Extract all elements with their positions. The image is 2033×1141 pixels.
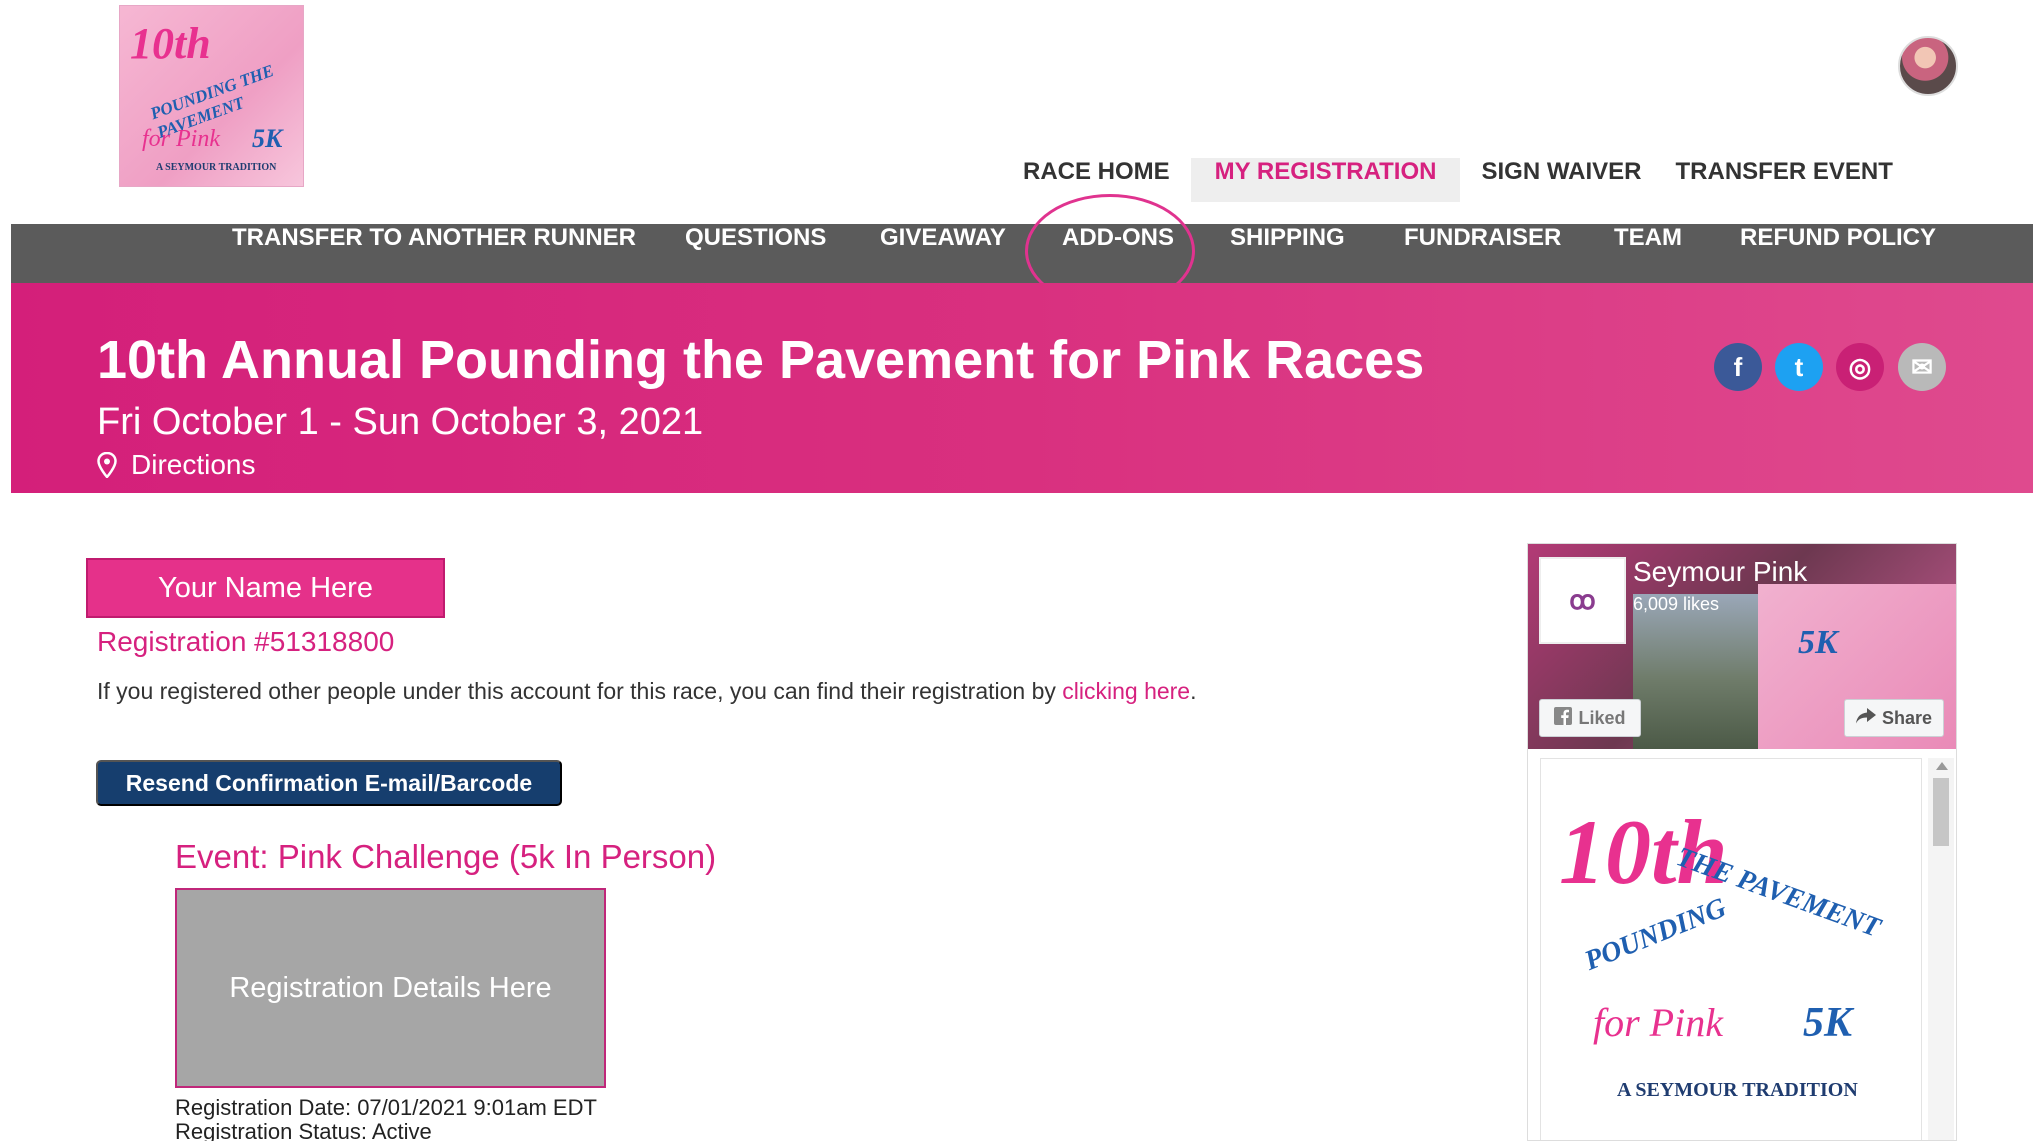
info-end: .: [1190, 678, 1197, 704]
share-arrow-icon: [1855, 707, 1876, 729]
post-text-tradition: A SEYMOUR TRADITION: [1617, 1079, 1858, 1101]
top-nav-transfer-event[interactable]: TRANSFER EVENT: [1663, 158, 1906, 202]
cover-logo-5k: 5K: [1798, 624, 1838, 661]
top-nav: RACE HOME MY REGISTRATION SIGN WAIVER TR…: [1010, 158, 1906, 202]
sub-nav-questions[interactable]: QUESTIONS: [685, 224, 826, 283]
facebook-page-widget: 5K ꝏ Seymour Pink 6,009 likes Liked Shar…: [1527, 543, 1957, 1141]
resend-confirmation-button[interactable]: Resend Confirmation E-mail/Barcode: [96, 760, 562, 806]
registration-sub-nav: TRANSFER TO ANOTHER RUNNER QUESTIONS GIV…: [11, 224, 2033, 283]
directions-link[interactable]: Directions: [97, 449, 255, 481]
info-text: If you registered other people under thi…: [97, 678, 1063, 704]
event-banner: 10th Annual Pounding the Pavement for Pi…: [11, 283, 2033, 493]
registration-details-placeholder: Registration Details Here: [175, 888, 606, 1088]
sub-nav-fundraiser[interactable]: FUNDRAISER: [1404, 224, 1561, 283]
sub-nav-transfer-runner[interactable]: TRANSFER TO ANOTHER RUNNER: [232, 224, 636, 283]
user-avatar[interactable]: [1898, 36, 1958, 96]
facebook-like-count: 6,009 likes: [1633, 594, 1720, 614]
scrollbar-thumb[interactable]: [1933, 778, 1949, 846]
event-dates: Fri October 1 - Sun October 3, 2021: [97, 401, 704, 443]
registration-date: Registration Date: 07/01/2021 9:01am EDT: [175, 1095, 597, 1120]
twitter-icon[interactable]: t: [1775, 343, 1823, 391]
race-logo[interactable]: 10th POUNDING THE PAVEMENT for Pink 5K A…: [119, 5, 304, 187]
map-pin-icon: [97, 451, 117, 479]
facebook-liked-button[interactable]: Liked: [1539, 699, 1641, 737]
facebook-share-label: Share: [1881, 707, 1933, 728]
post-text-5k: 5K: [1803, 1000, 1853, 1046]
logo-text-anniversary: 10th: [130, 19, 211, 68]
event-title: 10th Annual Pounding the Pavement for Pi…: [97, 330, 1425, 390]
facebook-page-name[interactable]: Seymour Pink: [1633, 556, 1807, 588]
email-icon[interactable]: ✉: [1898, 343, 1946, 391]
directions-label: Directions: [131, 449, 256, 480]
sub-nav-team[interactable]: TEAM: [1614, 224, 1682, 283]
cover-photo-river: [1633, 594, 1758, 749]
registrant-name: Your Name Here: [86, 558, 445, 618]
sub-nav-giveaway[interactable]: GIVEAWAY: [880, 224, 1006, 283]
top-nav-sign-waiver[interactable]: SIGN WAIVER: [1468, 158, 1654, 202]
facebook-page-avatar[interactable]: ꝏ: [1539, 557, 1626, 644]
facebook-liked-label: Liked: [1578, 707, 1626, 728]
post-text-for-pink: for Pink: [1593, 1000, 1723, 1045]
instagram-icon[interactable]: ◎: [1836, 343, 1884, 391]
event-name: Event: Pink Challenge (5k In Person): [175, 838, 717, 875]
registration-number: Registration #51318800: [97, 626, 395, 657]
scroll-up-arrow-icon[interactable]: [1936, 762, 1948, 770]
other-registrations-info: If you registered other people under thi…: [97, 678, 1197, 705]
post-text-pounding: POUNDING: [1580, 892, 1731, 977]
top-nav-my-registration[interactable]: MY REGISTRATION: [1190, 158, 1461, 202]
facebook-share-button[interactable]: Share: [1844, 699, 1944, 737]
logo-text-tradition: A SEYMOUR TRADITION: [156, 162, 277, 173]
sub-nav-shipping[interactable]: SHIPPING: [1230, 224, 1345, 283]
facebook-logo-icon: [1554, 706, 1573, 730]
facebook-icon[interactable]: f: [1714, 343, 1762, 391]
clicking-here-link[interactable]: clicking here: [1062, 678, 1190, 704]
sub-nav-refund-policy[interactable]: REFUND POLICY: [1740, 224, 1936, 283]
facebook-post-image[interactable]: 10th POUNDING THE PAVEMENT for Pink 5K A…: [1540, 758, 1922, 1140]
facebook-cover[interactable]: 5K ꝏ Seymour Pink 6,009 likes Liked Shar…: [1528, 544, 1956, 749]
registration-status: Registration Status: Active: [175, 1119, 432, 1141]
facebook-feed-scrollbar[interactable]: [1928, 758, 1954, 1140]
logo-text-5k: 5K: [252, 124, 283, 153]
logo-text-for-pink: for Pink: [142, 126, 220, 152]
